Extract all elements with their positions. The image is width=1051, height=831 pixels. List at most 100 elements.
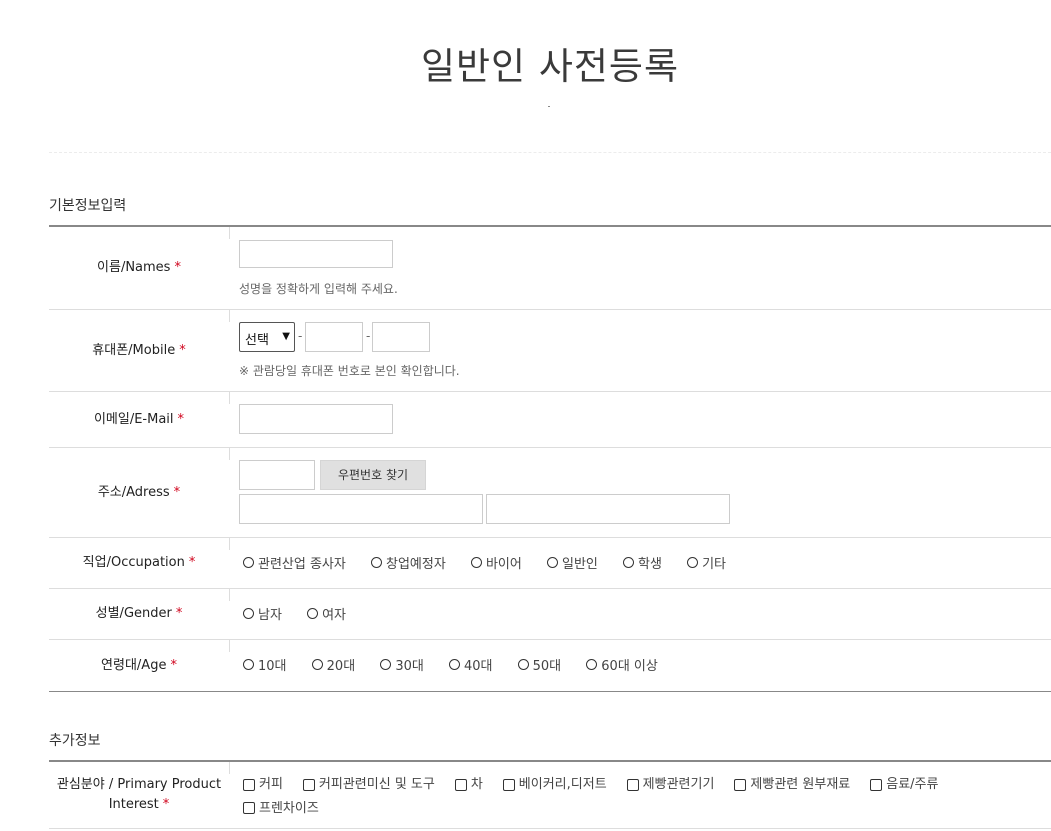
email-input[interactable] — [239, 404, 393, 434]
mobile-label-cell: 휴대폰/Mobile * — [49, 310, 229, 391]
age-radio-group: 10대 20대 30대 40대 50대 60대 이상 — [243, 655, 679, 674]
checkbox[interactable] — [870, 778, 883, 791]
age-option[interactable]: 20대 — [311, 655, 355, 674]
occupation-option[interactable]: 학생 — [623, 553, 662, 572]
extra-info-table: 관심분야 / Primary Product Interest * 커피 커피관련미… — [49, 760, 1051, 829]
age-option[interactable]: 30대 — [380, 655, 424, 674]
radio-button[interactable] — [448, 659, 460, 670]
row-occupation: 직업/Occupation * 관련산업 종사자 창업예정자 바이어 일반인 학생… — [49, 538, 1051, 589]
address-label: 주소/Adress — [97, 484, 170, 500]
row-name: 이름/Names * 성명을 정확하게 입력해 주세요. — [49, 227, 1051, 310]
age-option[interactable]: 50대 — [517, 655, 561, 674]
row-age: 연령대/Age * 10대 20대 30대 40대 50대 60대 이상 — [49, 640, 1051, 692]
occupation-option[interactable]: 일반인 — [546, 553, 598, 572]
age-option[interactable]: 10대 — [243, 655, 287, 674]
address-label-cell: 주소/Adress * — [49, 448, 229, 537]
age-label-cell: 연령대/Age * — [49, 640, 229, 691]
required-mark: * — [174, 260, 181, 275]
interest-option[interactable]: 차 — [454, 774, 483, 795]
radio-button[interactable] — [243, 659, 254, 670]
dashed-divider — [49, 152, 1051, 153]
email-label-cell: 이메일/E-Mail * — [49, 392, 229, 447]
name-help-text: 성명을 정확하게 입력해 주세요. — [239, 282, 398, 296]
phone-separator: - — [366, 329, 371, 343]
section-title-extra: 추가정보 — [49, 733, 101, 749]
occupation-option[interactable]: 창업예정자 — [371, 553, 446, 572]
interest-option[interactable]: 제빵관련 원부재료 — [734, 774, 850, 795]
checkbox[interactable] — [454, 778, 467, 791]
interest-option[interactable]: 음료/주류 — [870, 774, 938, 795]
gender-option[interactable]: 여자 — [307, 604, 346, 623]
required-mark: * — [179, 342, 186, 358]
radio-button[interactable] — [517, 659, 529, 670]
phone-separator: - — [298, 329, 303, 343]
chevron-down-icon: ▼ — [282, 331, 290, 342]
interest-option[interactable]: 제빵관련기기 — [626, 774, 714, 795]
mobile-help-text: ※ 관람당일 휴대폰 번호로 본인 확인합니다. — [239, 364, 460, 378]
checkbox[interactable] — [302, 778, 315, 791]
checkbox[interactable] — [243, 802, 255, 814]
address-main-input[interactable] — [239, 494, 483, 524]
mobile-last-input[interactable] — [372, 322, 430, 352]
name-input[interactable] — [239, 240, 393, 268]
age-option[interactable]: 60대 이상 — [586, 655, 658, 674]
interest-option[interactable]: 커피관련미신 및 도구 — [302, 774, 435, 795]
checkbox[interactable] — [626, 778, 639, 791]
occupation-option[interactable]: 바이어 — [470, 553, 522, 572]
radio-button[interactable] — [586, 659, 598, 670]
row-gender: 성별/Gender * 남자 여자 — [49, 589, 1051, 640]
occupation-label-cell: 직업/Occupation * — [49, 538, 229, 588]
required-mark: * — [175, 606, 183, 621]
email-label: 이메일/E-Mail — [93, 411, 174, 427]
checkbox[interactable] — [502, 778, 515, 791]
interest-option[interactable]: 프렌차이즈 — [243, 798, 319, 819]
interest-label-cell: 관심분야 / Primary Product Interest * — [49, 762, 229, 828]
radio-button[interactable] — [311, 659, 323, 670]
mobile-middle-input[interactable] — [305, 322, 363, 352]
radio-button[interactable] — [623, 557, 635, 568]
address-detail-input[interactable] — [486, 494, 730, 524]
occupation-option[interactable]: 관련산업 종사자 — [243, 553, 346, 572]
name-label-cell: 이름/Names * — [49, 227, 229, 309]
interest-option[interactable]: 베이커리,디저트 — [502, 774, 607, 795]
radio-button[interactable] — [687, 557, 699, 568]
required-mark: * — [162, 797, 170, 812]
radio-button[interactable] — [243, 608, 254, 619]
checkbox[interactable] — [243, 778, 255, 791]
checkbox[interactable] — [734, 778, 747, 791]
row-interest: 관심분야 / Primary Product Interest * 커피 커피관련미… — [49, 762, 1051, 829]
row-email: 이메일/E-Mail * — [49, 392, 1051, 448]
row-address: 주소/Adress * 우편번호 찾기 — [49, 448, 1051, 538]
radio-button[interactable] — [371, 557, 382, 568]
gender-radio-group: 남자 여자 — [243, 604, 367, 623]
radio-button[interactable] — [470, 557, 482, 568]
mobile-prefix-select[interactable]: 선택 ▼ — [239, 322, 295, 352]
section-title-basic: 기본정보입력 — [49, 198, 127, 214]
required-mark: * — [188, 555, 196, 570]
find-zipcode-button[interactable]: 우편번호 찾기 — [320, 460, 426, 490]
required-mark: * — [173, 484, 181, 500]
basic-info-table: 이름/Names * 성명을 정확하게 입력해 주세요. 휴대폰/Mobile * … — [49, 225, 1051, 692]
gender-label: 성별/Gender — [95, 606, 172, 621]
radio-button[interactable] — [307, 608, 319, 619]
row-mobile: 휴대폰/Mobile * 선택 ▼ - - ※ 관람당일 휴대폰 번호로 본인 확… — [49, 310, 1051, 392]
gender-option[interactable]: 남자 — [243, 604, 282, 623]
age-option[interactable]: 40대 — [448, 655, 492, 674]
interest-option[interactable]: 커피 — [243, 774, 283, 795]
occupation-radio-group: 관련산업 종사자 창업예정자 바이어 일반인 학생 기타 — [243, 553, 747, 572]
radio-button[interactable] — [243, 557, 254, 568]
required-mark: * — [177, 411, 185, 427]
mobile-prefix-value: 선택 — [245, 333, 269, 348]
required-mark: * — [170, 657, 177, 673]
interest-label: 관심분야 / Primary Product Interest — [56, 777, 222, 812]
occupation-option[interactable]: 기타 — [687, 553, 726, 572]
occupation-label: 직업/Occupation — [82, 555, 185, 570]
radio-button[interactable] — [380, 659, 392, 670]
page-title: 일반인 사전등록 — [420, 45, 680, 88]
interest-checkbox-group: 커피 커피관련미신 및 도구 차 베이커리,디저트 제빵관련기기 제빵관련 원부재료 음료/… — [243, 774, 983, 821]
age-label: 연령대/Age — [101, 657, 167, 673]
gender-label-cell: 성별/Gender * — [49, 589, 229, 639]
title-divider-dot — [548, 106, 550, 107]
radio-button[interactable] — [546, 557, 558, 568]
zipcode-input[interactable] — [239, 460, 315, 490]
